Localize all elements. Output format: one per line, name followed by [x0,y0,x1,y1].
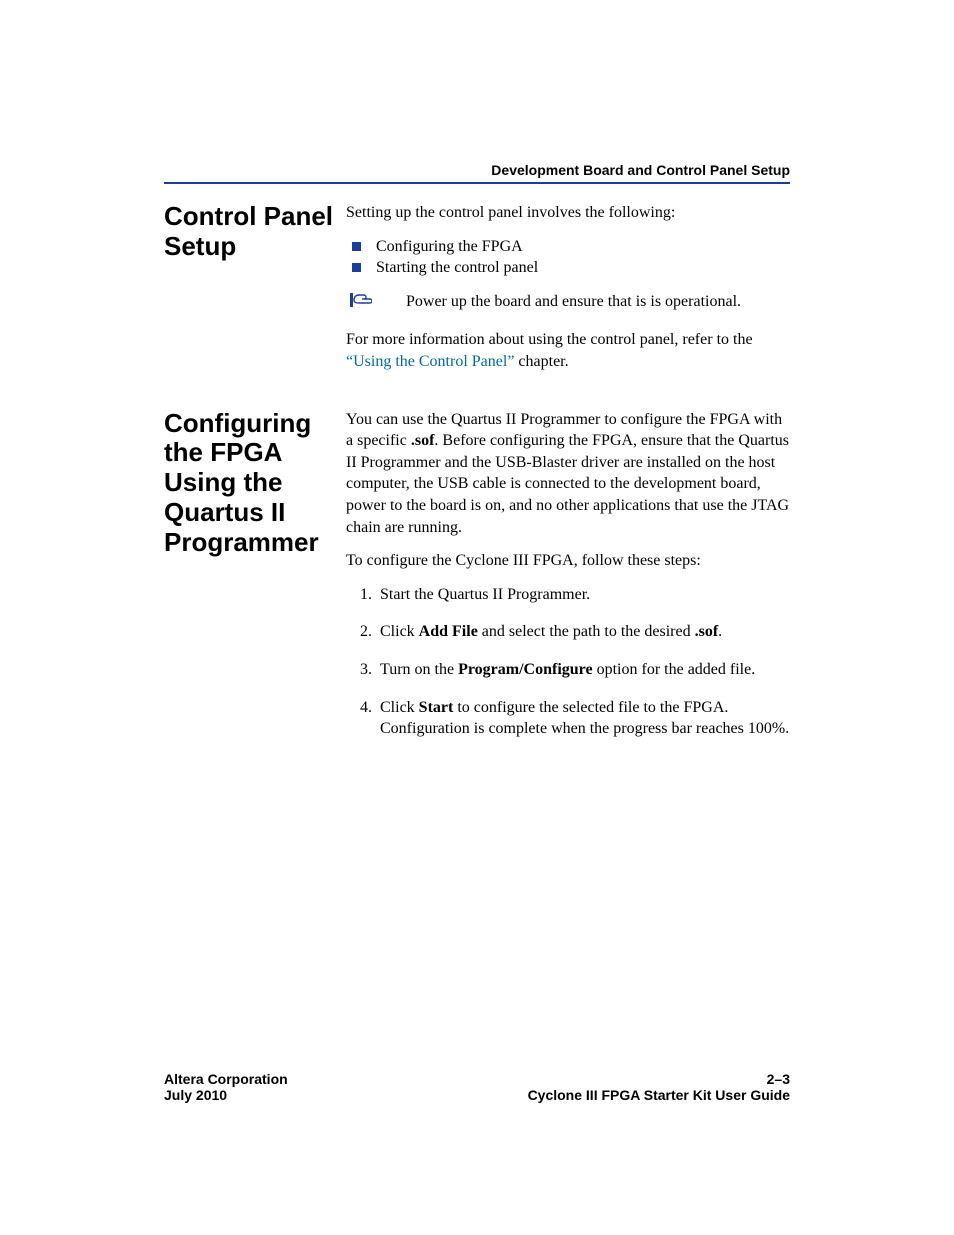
footer-right: 2–3 Cyclone III FPGA Starter Kit User Gu… [528,1071,790,1103]
step-4: Click Start to configure the selected fi… [376,697,790,740]
content-area: Control Panel Setup Setting up the contr… [164,202,790,780]
running-head: Development Board and Control Panel Setu… [491,162,790,178]
bold-add-file: Add File [419,623,478,640]
footer: Altera Corporation July 2010 2–3 Cyclone… [164,1071,790,1103]
body-configuring-fpga: You can use the Quartus II Programmer to… [346,409,790,756]
intro-text: Setting up the control panel involves th… [346,202,790,224]
footer-company: Altera Corporation [164,1071,288,1087]
para-steps-intro: To configure the Cyclone III FPGA, follo… [346,550,790,572]
bold-sof: .sof [411,432,435,449]
steps-list: Start the Quartus II Programmer. Click A… [346,584,790,740]
bullet-list: Configuring the FPGA Starting the contro… [346,236,790,279]
step-2: Click Add File and select the path to th… [376,621,790,643]
step-1: Start the Quartus II Programmer. [376,584,790,606]
footer-page-number: 2–3 [528,1071,790,1087]
footer-date: July 2010 [164,1087,288,1103]
heading-configuring-fpga: Configuring the FPGA Using the Quartus I… [164,409,346,558]
link-using-control-panel[interactable]: “Using the Control Panel” [346,353,514,370]
footer-doc-title: Cyclone III FPGA Starter Kit User Guide [528,1087,790,1103]
ref-pre: For more information about using the con… [346,331,753,348]
body-control-panel-setup: Setting up the control panel involves th… [346,202,790,385]
para-intro: You can use the Quartus II Programmer to… [346,409,790,539]
section-configuring-fpga: Configuring the FPGA Using the Quartus I… [164,409,790,756]
page: Development Board and Control Panel Setu… [0,0,954,1235]
heading-control-panel-setup: Control Panel Setup [164,202,346,262]
note-text: Power up the board and ensure that is is… [406,291,790,313]
reference-text: For more information about using the con… [346,329,790,372]
step-3: Turn on the Program/Configure option for… [376,659,790,681]
ref-post: chapter. [514,353,568,370]
bold-program-configure: Program/Configure [458,661,593,678]
bullet-item: Configuring the FPGA [376,236,790,258]
footer-left: Altera Corporation July 2010 [164,1071,288,1103]
header-rule [164,182,790,184]
section-control-panel-setup: Control Panel Setup Setting up the contr… [164,202,790,385]
bold-start: Start [419,699,454,716]
bold-sof-2: .sof [695,623,719,640]
note-row: Power up the board and ensure that is is… [350,291,790,316]
bullet-item: Starting the control panel [376,257,790,279]
hand-point-icon [350,291,372,316]
